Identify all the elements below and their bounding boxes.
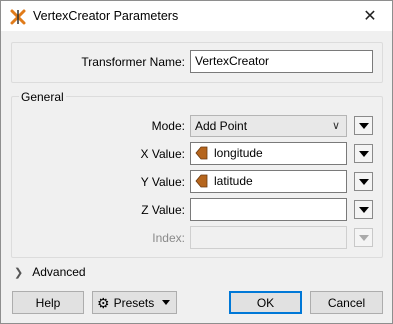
z-value-label: Z Value: [141,203,185,217]
index-label: Index: [152,231,185,245]
chevron-down-icon: ∨ [331,120,340,132]
x-value-label: X Value: [140,147,185,161]
y-value-menu-button[interactable] [354,172,373,191]
chevron-right-icon: ❯ [14,266,24,279]
window-title: VertexCreator Parameters [33,9,179,23]
x-value-menu-button[interactable] [354,144,373,163]
mode-value: Add Point [195,119,248,133]
dropdown-arrow-icon [358,178,369,185]
dropdown-arrow-icon [162,300,171,305]
help-button[interactable]: Help [12,291,84,314]
advanced-section-toggle[interactable]: ❯ Advanced [14,265,86,279]
dropdown-arrow-icon [358,234,369,241]
mode-menu-button[interactable] [354,116,373,135]
general-section-title: General [19,90,66,104]
dropdown-arrow-icon [358,150,369,157]
advanced-label: Advanced [32,265,86,279]
x-value-input[interactable]: longitude [190,142,347,165]
close-icon: ✕ [363,8,377,25]
attribute-icon [195,174,208,188]
x-value-text: longitude [214,146,263,160]
dialog-window: VertexCreator Parameters ✕ Transformer N… [0,0,393,324]
y-value-label: Y Value: [140,175,185,189]
mode-select[interactable]: Add Point ∨ [190,115,347,137]
attribute-icon [195,146,208,160]
index-menu-button [354,228,373,247]
presets-button[interactable]: ⚙ Presets [92,291,177,314]
presets-label: Presets [113,295,155,310]
y-value-input[interactable]: latitude [190,170,347,193]
title-bar: VertexCreator Parameters ✕ [1,1,392,31]
transformer-name-input[interactable]: VertexCreator [190,50,373,73]
dropdown-arrow-icon [358,206,369,213]
index-input [190,226,347,249]
gear-icon: ⚙ [97,294,110,311]
transformer-name-label: Transformer Name: [81,55,185,69]
y-value-text: latitude [214,174,253,188]
mode-label: Mode: [151,119,185,133]
dropdown-arrow-icon [358,122,369,129]
z-value-menu-button[interactable] [354,200,373,219]
z-value-input[interactable] [190,198,347,221]
cancel-button[interactable]: Cancel [310,291,383,314]
close-button[interactable]: ✕ [348,1,392,31]
ok-button[interactable]: OK [229,291,302,314]
transformer-icon [10,9,26,25]
